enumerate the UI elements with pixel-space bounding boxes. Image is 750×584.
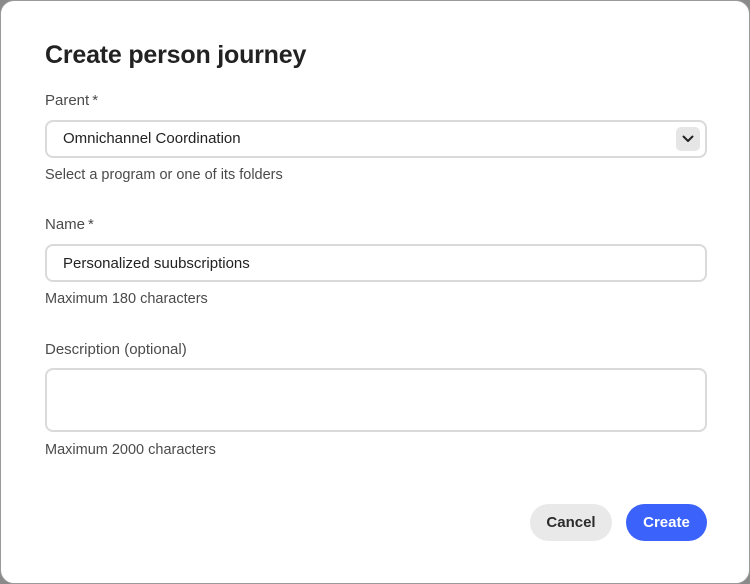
- chevron-down-icon: [682, 135, 694, 142]
- required-asterisk: *: [88, 216, 94, 233]
- description-textarea[interactable]: [47, 370, 705, 430]
- create-journey-dialog: Create person journey Parent * Omnichanne…: [0, 0, 750, 584]
- parent-dropdown-button[interactable]: [676, 127, 700, 151]
- parent-picker-value: Omnichannel Coordination: [63, 130, 241, 147]
- description-help-text: Maximum 2000 characters: [45, 442, 216, 458]
- name-help-text: Maximum 180 characters: [45, 291, 208, 307]
- parent-picker[interactable]: Omnichannel Coordination: [45, 120, 707, 158]
- parent-help-text: Select a program or one of its folders: [45, 167, 283, 183]
- description-label: Description (optional): [45, 341, 187, 358]
- required-asterisk: *: [92, 92, 99, 109]
- description-field[interactable]: [45, 368, 707, 432]
- parent-label: Parent *: [45, 92, 98, 109]
- name-field[interactable]: [45, 244, 707, 282]
- name-label: Name *: [45, 216, 94, 233]
- name-label-text: Name: [45, 216, 86, 233]
- dialog-title: Create person journey: [45, 41, 307, 69]
- cancel-button[interactable]: Cancel: [530, 504, 612, 541]
- create-button[interactable]: Create: [626, 504, 707, 541]
- parent-label-text: Parent: [45, 92, 90, 109]
- name-input[interactable]: [47, 246, 705, 280]
